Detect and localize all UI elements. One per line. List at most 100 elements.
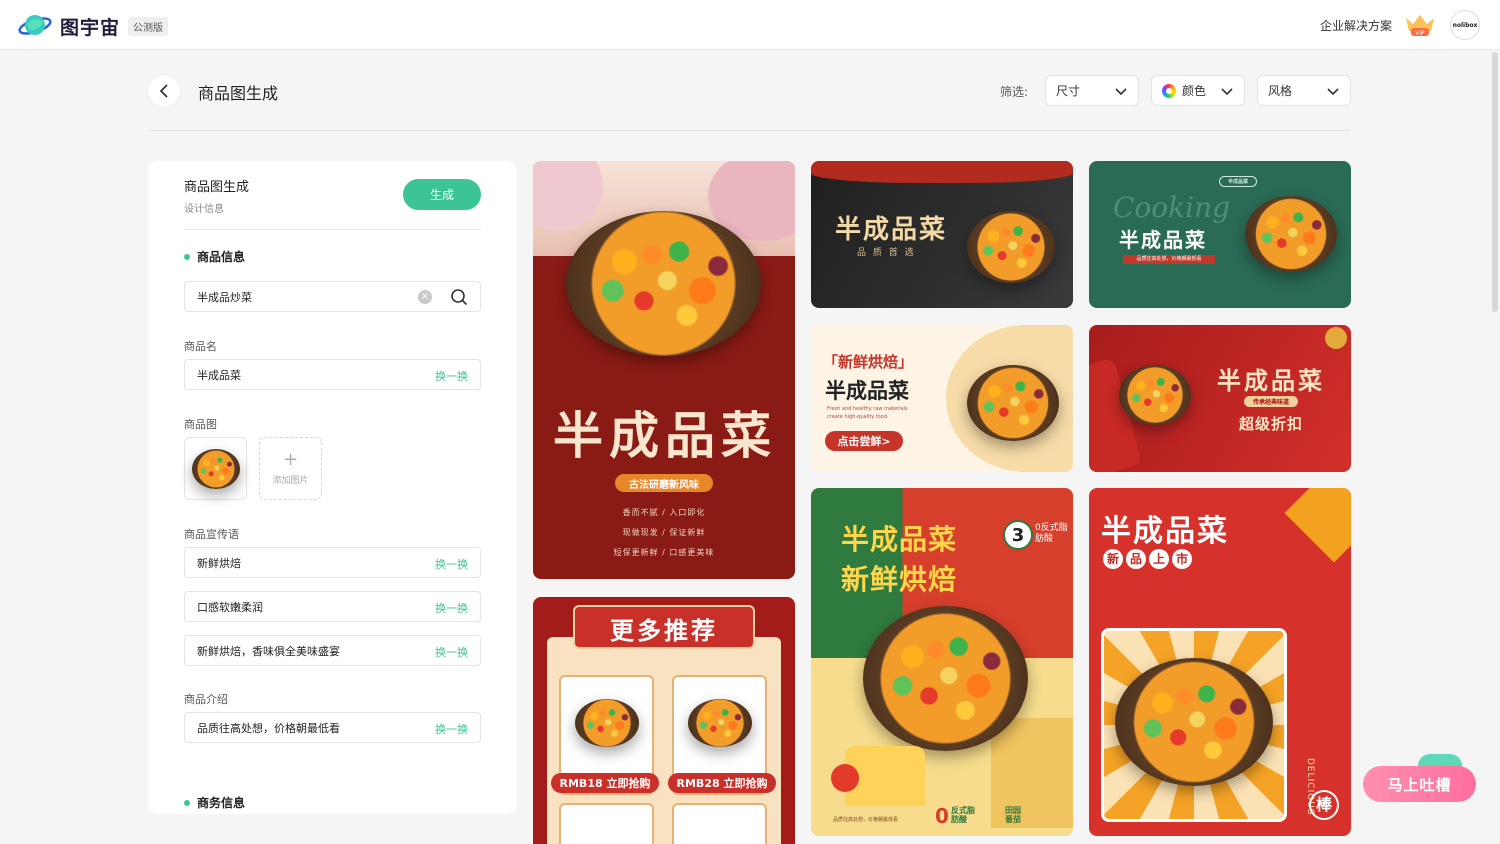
scallop-decoration: [811, 161, 1073, 183]
card-badge: 0反式脂肪酸: [1035, 523, 1068, 544]
template-card-7[interactable]: 半成品菜 新鲜烘焙 3 0反式脂肪酸 品质往高处想，价格朝最低看 0 反式脂肪酸…: [811, 488, 1073, 836]
tag-char: 上: [1149, 549, 1169, 569]
search-icon[interactable]: [450, 288, 468, 306]
card-en-line: create high-quality food.: [827, 414, 889, 420]
size-filter-dropdown[interactable]: 尺寸: [1045, 75, 1139, 106]
template-card-5[interactable]: 半成品菜 传承经典味道 超级折扣: [1089, 325, 1351, 472]
product-name-value: 半成品菜: [197, 368, 241, 382]
color-wheel-icon: [1162, 84, 1176, 98]
swap-button[interactable]: 换一换: [435, 556, 468, 572]
veggie-bowl-image: [575, 699, 639, 747]
veggie-bowl-image: [1245, 196, 1337, 272]
slogan-label: 商品宣传语: [184, 528, 239, 541]
page-title: 商品图生成: [198, 84, 279, 103]
veggie-bowl-image: [566, 211, 761, 356]
intro-value: 品质往高处想，价格朝最低看: [197, 721, 340, 735]
clear-icon[interactable]: ×: [418, 290, 432, 304]
brand-name[interactable]: 图宇宙: [60, 13, 120, 40]
template-card-1[interactable]: 半成品菜 古法研磨新风味 香而不腻 / 入口即化 现做现发 / 保证新鲜 短保更…: [533, 161, 795, 579]
card-badge: 半成品菜: [1219, 176, 1257, 187]
section-product-info: 商品信息: [184, 248, 245, 265]
card-title: 半成品菜: [1119, 228, 1207, 252]
tag-char: 品: [1126, 549, 1146, 569]
plus-icon: +: [282, 449, 299, 470]
card-script-text: Cooking: [1113, 191, 1231, 224]
chevron-down-icon: [1221, 88, 1233, 96]
panel-subtitle: 设计信息: [184, 204, 224, 215]
card-title: 半成品菜: [825, 378, 909, 403]
planet-logo-icon[interactable]: [18, 10, 52, 40]
veggie-bowl-image: [688, 699, 752, 747]
slogan-field-1[interactable]: 新鲜烘焙 换一换: [184, 547, 481, 578]
card-tiny-text: 品质往高处想，价格朝最低看: [833, 817, 899, 823]
swap-button[interactable]: 换一换: [435, 721, 468, 737]
style-filter-dropdown[interactable]: 风格: [1257, 75, 1351, 106]
price-button[interactable]: RMB28 立即抢购: [668, 773, 776, 793]
card-line: 现做现发 / 保证新鲜: [622, 528, 706, 537]
slogan-value: 新鲜烘焙，香味俱全美味盛宴: [197, 644, 340, 658]
size-filter-label: 尺寸: [1056, 84, 1081, 98]
new-arrival-tags: 新 品 上 市: [1103, 549, 1192, 569]
swap-button[interactable]: 换一换: [435, 368, 468, 384]
veggie-bowl-image: [967, 211, 1055, 283]
card-title-line-2: 新鲜烘焙: [841, 563, 958, 596]
template-card-6[interactable]: 更多推荐 RMB18 立即抢购 RMB28 立即抢购: [533, 597, 795, 844]
intro-field[interactable]: 品质往高处想，价格朝最低看 换一换: [184, 712, 481, 743]
card-en-line: Fresh and healthy raw materials: [827, 406, 908, 412]
chevron-down-icon: [1115, 88, 1127, 96]
footer-label: 田园番茄: [1005, 806, 1021, 824]
slogan-field-2[interactable]: 口感软嫩柔润 换一换: [184, 591, 481, 622]
card-title: 半成品菜: [553, 406, 777, 465]
footer-label: 反式脂肪酸: [951, 806, 975, 824]
product-name-field[interactable]: 半成品菜 换一换: [184, 359, 481, 390]
coin-icon: [1325, 327, 1347, 349]
template-card-4[interactable]: 「新鲜烘焙」 半成品菜 Fresh and healthy raw materi…: [811, 325, 1073, 472]
tomato-icon: [831, 764, 859, 792]
product-tile: [559, 803, 654, 844]
chevron-left-icon: [159, 84, 168, 98]
feedback-button[interactable]: 马上吐槽: [1363, 766, 1476, 802]
panel-title: 商品图生成: [184, 180, 250, 195]
template-card-8[interactable]: 半成品菜 新 品 上 市 DELICIOUS 棒: [1089, 488, 1351, 836]
veggie-bowl-image: [967, 365, 1059, 441]
slogan-field-3[interactable]: 新鲜烘焙，香味俱全美味盛宴 换一换: [184, 635, 481, 666]
product-search-input[interactable]: 半成品炒菜 ×: [184, 281, 481, 312]
product-image-thumbnail[interactable]: [184, 437, 247, 500]
card-title: 更多推荐: [610, 616, 718, 645]
card-pill: 传承经典味道: [1244, 396, 1298, 407]
enterprise-solutions-link[interactable]: 企业解决方案: [1320, 17, 1392, 34]
product-name-label: 商品名: [184, 340, 217, 353]
card-line: 香而不腻 / 入口即化: [622, 508, 706, 517]
vip-label: VIP: [1415, 30, 1425, 37]
slogan-value: 口感软嫩柔润: [197, 600, 263, 614]
beta-badge: 公测版: [128, 17, 168, 36]
scrollbar[interactable]: [1492, 52, 1498, 312]
template-card-3[interactable]: Cooking 半成品菜 半成品菜 品质往高处想，价格朝最低看: [1089, 161, 1351, 308]
back-button[interactable]: [148, 75, 180, 107]
vip-crown-icon[interactable]: VIP: [1404, 12, 1436, 38]
color-filter-dropdown[interactable]: 颜色: [1151, 75, 1245, 106]
swap-button[interactable]: 换一换: [435, 600, 468, 616]
card-quote: 「新鲜烘焙」: [823, 353, 914, 371]
product-image-label: 商品图: [184, 418, 217, 431]
generate-button[interactable]: 生成: [403, 179, 481, 210]
filter-label: 筛选:: [1000, 85, 1029, 99]
add-image-label: 添加图片: [272, 476, 309, 486]
template-card-2[interactable]: 半成品菜 品 质 首 选: [811, 161, 1073, 308]
user-avatar[interactable]: nolibox: [1450, 10, 1480, 40]
try-now-button[interactable]: 点击尝鲜>: [825, 431, 903, 451]
header-divider: [148, 130, 1351, 131]
panel-divider: [184, 229, 481, 230]
corner-decoration: [1284, 488, 1351, 563]
slogan-value: 新鲜烘焙: [197, 556, 241, 570]
card-subtitle: 超级折扣: [1239, 415, 1304, 433]
chevron-down-icon: [1327, 88, 1339, 96]
card-tagline: 品质往高处想，价格朝最低看: [1123, 255, 1215, 264]
price-button[interactable]: RMB18 立即抢购: [551, 773, 659, 793]
card-title: 半成品菜: [835, 215, 948, 245]
top-bar: 图宇宙 公测版 企业解决方案 VIP nolibox: [0, 0, 1500, 50]
footer-number: 0: [935, 804, 949, 828]
intro-label: 商品介绍: [184, 693, 228, 706]
swap-button[interactable]: 换一换: [435, 644, 468, 660]
add-image-button[interactable]: + 添加图片: [259, 437, 322, 500]
